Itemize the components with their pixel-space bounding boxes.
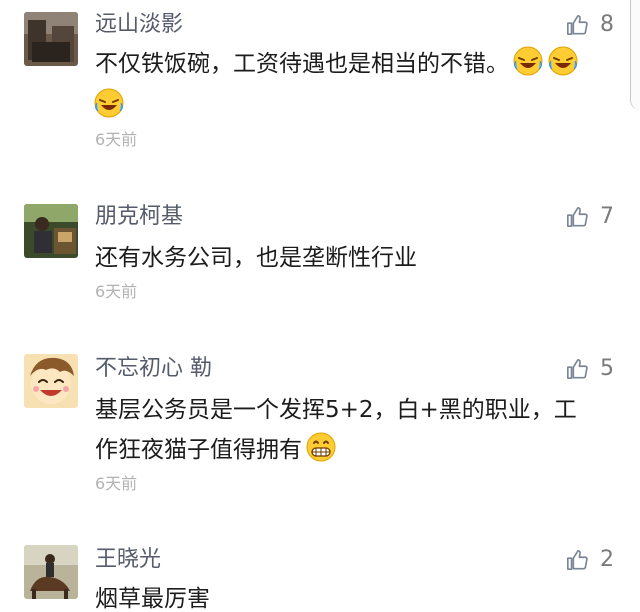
grin-emoji xyxy=(305,431,337,463)
comment-text: 基层公务员是一个发挥5+2，白+黑的职业，工 xyxy=(95,390,577,430)
comment-emoji-line xyxy=(93,86,125,126)
comments-screen: 远山淡影 8 不仅铁饭碗，工资待遇也是相当的不错。 6天前 朋克柯基 7 还有水… xyxy=(0,0,640,612)
like-count: 7 xyxy=(600,204,614,229)
avatar[interactable] xyxy=(24,204,78,258)
username[interactable]: 不忘初心 勒 xyxy=(95,354,212,384)
comment-text-line: 作狂夜猫子值得拥有 xyxy=(95,437,302,463)
like-count: 8 xyxy=(600,12,614,37)
laugh-cry-emoji xyxy=(512,45,544,77)
thumbs-up-icon xyxy=(567,359,588,379)
comment-text-line: 基层公务员是一个发挥5+2，白+黑的职业，工 xyxy=(95,397,577,423)
timestamp: 6天前 xyxy=(95,282,138,301)
comment-text: 烟草最厉害 xyxy=(95,579,210,612)
like-button[interactable]: 2 xyxy=(566,545,614,575)
laugh-cry-emoji xyxy=(93,87,125,119)
avatar-image xyxy=(24,204,78,258)
like-button[interactable]: 7 xyxy=(566,202,614,232)
like-button[interactable]: 8 xyxy=(566,10,614,40)
username[interactable]: 朋克柯基 xyxy=(95,202,183,232)
timestamp: 6天前 xyxy=(95,130,138,149)
scroll-indicator xyxy=(630,0,640,110)
like-count: 2 xyxy=(600,547,614,572)
avatar[interactable] xyxy=(24,354,78,408)
comment-text-line: 还有水务公司，也是垄断性行业 xyxy=(95,245,417,271)
avatar[interactable] xyxy=(24,545,78,599)
avatar-image xyxy=(24,354,78,408)
avatar[interactable] xyxy=(24,12,78,66)
comment-text: 不仅铁饭碗，工资待遇也是相当的不错。 xyxy=(95,44,579,84)
thumbs-up-icon xyxy=(567,207,588,227)
comment-text: 还有水务公司，也是垄断性行业 xyxy=(95,238,417,278)
comment-text-line: 不仅铁饭碗，工资待遇也是相当的不错。 xyxy=(95,51,509,77)
username[interactable]: 王晓光 xyxy=(95,545,161,575)
timestamp: 6天前 xyxy=(95,474,138,493)
comment-text: 作狂夜猫子值得拥有 xyxy=(95,430,337,470)
like-count: 5 xyxy=(600,356,614,381)
comment-text-line: 烟草最厉害 xyxy=(95,586,210,612)
thumbs-up-icon xyxy=(567,550,588,570)
username[interactable]: 远山淡影 xyxy=(95,10,183,40)
thumbs-up-icon xyxy=(567,15,588,35)
laugh-cry-emoji xyxy=(547,45,579,77)
like-button[interactable]: 5 xyxy=(566,354,614,384)
avatar-image xyxy=(24,12,78,66)
avatar-image xyxy=(24,545,78,599)
